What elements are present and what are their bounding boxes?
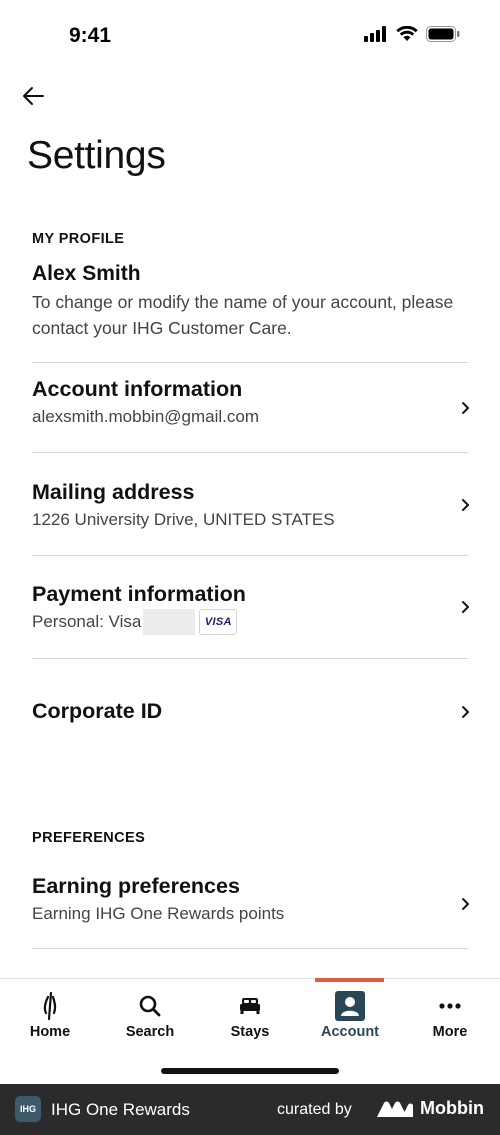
corporate-id-row[interactable]: Corporate ID <box>0 659 500 763</box>
chevron-right-icon <box>462 601 469 613</box>
my-profile-section-label: MY PROFILE <box>32 231 125 247</box>
account-information-row[interactable]: Account information alexsmith.mobbin@gma… <box>0 363 500 452</box>
back-button[interactable] <box>18 82 48 110</box>
status-time: 9:41 <box>69 24 112 47</box>
tab-bar: Home Search Stays Account More <box>0 978 500 1084</box>
profile-name: Alex Smith <box>32 262 141 285</box>
mobbin-brand: Mobbin <box>376 1098 484 1119</box>
footer-curated-by: curated by <box>277 1101 352 1118</box>
ihg-app-logo: IHG <box>15 1096 41 1122</box>
earning-preferences-title: Earning preferences <box>32 874 240 898</box>
footer-banner: IHG IHG One Rewards curated by Mobbin <box>0 1084 500 1135</box>
status-bar: 9:41 <box>0 0 500 74</box>
earning-preferences-value: Earning IHG One Rewards points <box>32 904 285 923</box>
more-dots-icon <box>435 991 465 1021</box>
tab-label: Search <box>125 1024 175 1040</box>
cellular-signal-icon <box>364 26 386 42</box>
mailing-address-title: Mailing address <box>32 480 195 504</box>
chevron-right-icon <box>462 898 469 910</box>
account-information-email: alexsmith.mobbin@gmail.com <box>32 407 260 426</box>
mailing-address-value: 1226 University Drive, UNITED STATES <box>32 510 335 529</box>
payment-information-title: Payment information <box>32 582 246 606</box>
mailing-address-row[interactable]: Mailing address 1226 University Drive, U… <box>0 453 500 555</box>
search-icon <box>135 991 165 1021</box>
ihg-logo-icon <box>35 991 65 1021</box>
footer-app-name: IHG One Rewards <box>51 1100 190 1119</box>
tab-label: Stays <box>230 1024 270 1040</box>
bed-icon <box>235 991 265 1021</box>
divider <box>32 948 468 949</box>
page-title: Settings <box>27 134 166 177</box>
profile-description: To change or modify the name of your acc… <box>32 292 454 338</box>
tab-more[interactable]: More <box>400 979 500 1049</box>
tab-label: Home <box>29 1024 71 1040</box>
tab-label: More <box>432 1024 468 1040</box>
wifi-icon <box>396 26 418 41</box>
tab-label: Account <box>321 1024 379 1040</box>
chevron-right-icon <box>462 402 469 414</box>
battery-icon <box>426 26 460 42</box>
payment-information-row[interactable]: Payment information Personal: Visa VISA <box>0 556 500 658</box>
tab-search[interactable]: Search <box>100 979 200 1049</box>
arrow-left-icon <box>23 87 44 105</box>
earning-preferences-row[interactable]: Earning preferences Earning IHG One Rewa… <box>0 860 500 948</box>
account-icon <box>335 991 365 1021</box>
masked-card-number <box>143 609 196 635</box>
chevron-right-icon <box>462 499 469 511</box>
mobbin-logo-icon <box>377 1101 413 1117</box>
tab-home[interactable]: Home <box>0 979 100 1049</box>
visa-card-icon: VISA <box>199 609 238 635</box>
payment-information-card: Personal: Visa VISA <box>32 609 238 635</box>
tab-stays[interactable]: Stays <box>200 979 300 1049</box>
home-indicator <box>161 1068 339 1074</box>
account-information-title: Account information <box>32 377 243 401</box>
preferences-section-label: PREFERENCES <box>32 830 146 846</box>
payment-card-label: Personal: Visa <box>32 612 142 631</box>
chevron-right-icon <box>462 706 469 718</box>
tab-account[interactable]: Account <box>300 979 400 1049</box>
mobbin-brand-name: Mobbin <box>420 1098 484 1118</box>
corporate-id-title: Corporate ID <box>32 699 163 723</box>
status-icons <box>364 26 460 42</box>
